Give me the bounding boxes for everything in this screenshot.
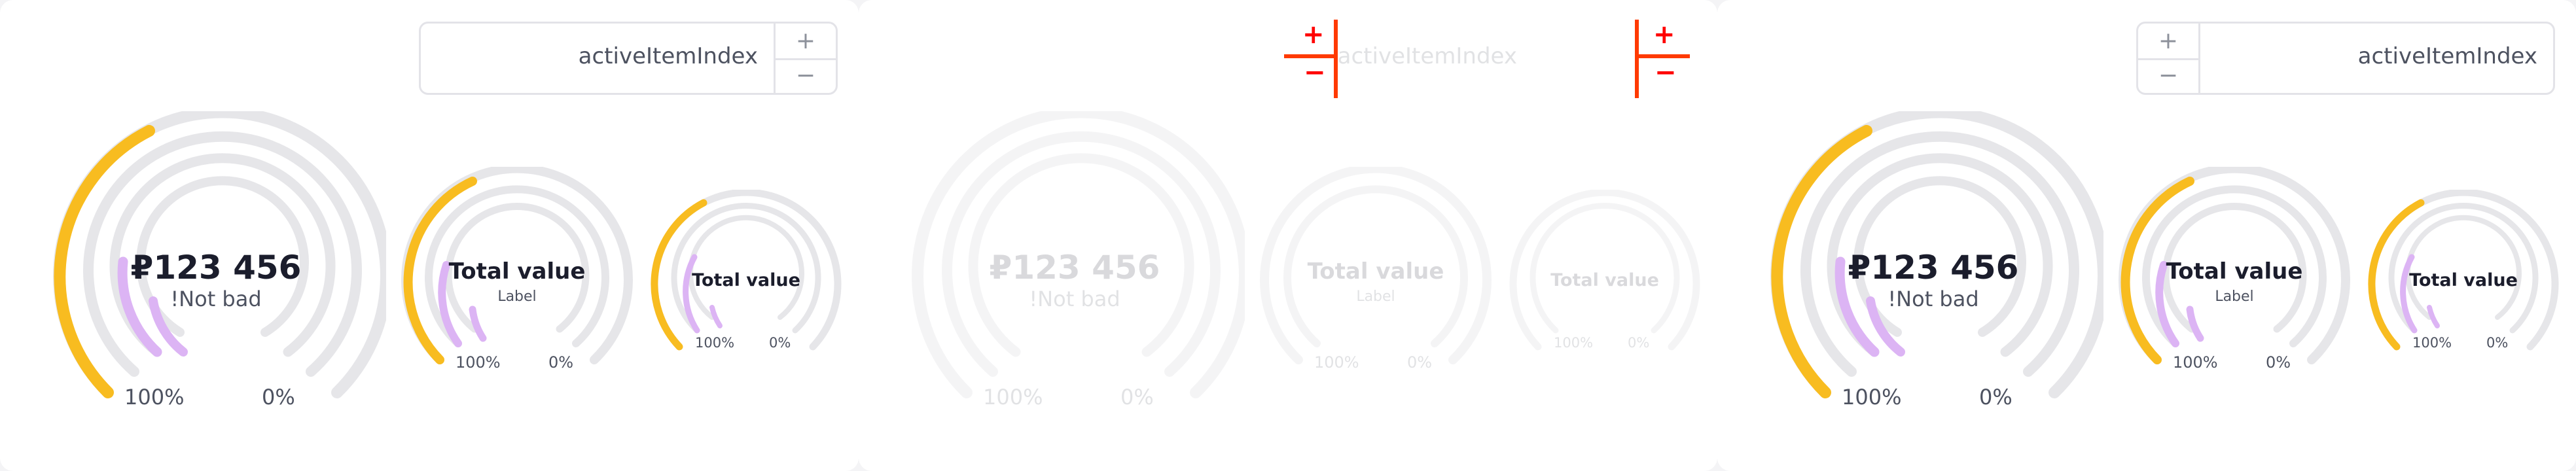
gauge-small-max-label: 0% [2486, 335, 2509, 351]
plus-icon: + [1653, 20, 1675, 50]
faded-gauge-medium-min-label: 100% [1314, 353, 1359, 372]
gauge-small: Total value 100% 0% [648, 188, 844, 360]
gauge-small: Total value 100% 0% [2365, 188, 2562, 360]
faded-stepper: activeItemIndex [1335, 22, 1597, 95]
faded-active-item-index-value: activeItemIndex [1337, 43, 1517, 69]
plus-icon: + [795, 27, 816, 54]
faded-gauge-large-max-label: 0% [1120, 385, 1154, 410]
faded-gauge-large: ₽123 456 !Not bad 100% 0% [904, 106, 1251, 419]
active-item-index-value: activeItemIndex [2357, 43, 2537, 69]
faded-gauge-medium: Total value Label 100% 0% [1258, 164, 1494, 376]
faded-gauge-small-min-label: 100% [1554, 335, 1594, 351]
active-item-index-stepper-alt: + − activeItemIndex [2136, 22, 2555, 95]
gauge-small-max-label: 0% [769, 335, 791, 351]
demo-panel-faded: activeItemIndex ₽123 456 !Not bad 100% 0… [859, 0, 1717, 471]
minus-icon: − [2158, 62, 2179, 89]
gauge-large-max-label: 0% [1979, 385, 2012, 410]
gauge-large-value: ₽123 456 [1848, 249, 2019, 287]
selection-marker-left[interactable]: + − [1278, 20, 1343, 98]
faded-active-item-index-input[interactable]: activeItemIndex [1337, 24, 1533, 93]
plus-icon: + [2158, 27, 2179, 54]
active-item-index-input[interactable]: activeItemIndex [421, 24, 774, 93]
faded-gauge-medium-max-label: 0% [1407, 353, 1433, 372]
gauge-large-max-label: 0% [262, 385, 295, 410]
minus-icon: − [1304, 58, 1326, 88]
gauge-small-min-label: 100% [2412, 335, 2452, 351]
faded-gauge-large-label: !Not bad [1029, 287, 1120, 311]
faded-gauge-large-value: ₽123 456 [989, 249, 1160, 287]
gauge-small-value: Total value [692, 270, 800, 290]
gauge-large: ₽123 456 !Not bad 100% 0% [46, 106, 392, 419]
gauge-large-min-label: 100% [1842, 385, 1902, 410]
gauge-large-value: ₽123 456 [130, 249, 302, 287]
gauge-large-label: !Not bad [170, 287, 262, 311]
gauge-medium-min-label: 100% [456, 353, 501, 372]
gauge-medium-value: Total value [448, 258, 586, 285]
gauge-medium-label: Label [497, 288, 537, 305]
gauge-large-min-label: 100% [124, 385, 185, 410]
gauge-medium-max-label: 0% [2266, 353, 2291, 372]
faded-gauge-small-value: Total value [1550, 270, 1659, 290]
demo-panel-light: activeItemIndex + − ₽123 456 !Not bad 10… [0, 0, 859, 471]
active-item-index-stepper: activeItemIndex + − [419, 22, 838, 95]
faded-gauge-large-min-label: 100% [983, 385, 1043, 410]
increment-button[interactable]: + [2138, 24, 2198, 60]
demo-panel-left-buttons: + − activeItemIndex ₽123 456 !Not bad 10… [1717, 0, 2576, 471]
gauge-medium-max-label: 0% [548, 353, 574, 372]
decrement-button[interactable]: − [2138, 58, 2198, 93]
increment-button[interactable]: + [776, 24, 836, 60]
minus-icon: − [795, 62, 816, 89]
plus-icon: + [1302, 20, 1325, 50]
faded-gauge-small-max-label: 0% [1628, 335, 1650, 351]
faded-gauge-medium-value: Total value [1307, 258, 1444, 285]
decrement-button[interactable]: − [776, 58, 836, 93]
gauge-medium-min-label: 100% [2173, 353, 2218, 372]
gauge-medium: Total value Label 100% 0% [399, 164, 635, 376]
active-item-index-value: activeItemIndex [578, 43, 758, 69]
gauge-medium-value: Total value [2166, 258, 2303, 285]
faded-gauge-small: Total value 100% 0% [1507, 188, 1703, 360]
minus-icon: − [1655, 58, 1677, 88]
gauge-small-value: Total value [2409, 270, 2518, 290]
selection-marker-right[interactable]: + − [1631, 20, 1696, 98]
gauge-small-min-label: 100% [695, 335, 735, 351]
active-item-index-input[interactable]: activeItemIndex [2200, 24, 2553, 93]
faded-gauge-medium-label: Label [1356, 288, 1395, 305]
gauge-medium: Total value Label 100% 0% [2117, 164, 2352, 376]
gauge-medium-label: Label [2215, 288, 2254, 305]
gauge-large-label: !Not bad [1887, 287, 1979, 311]
gauge-large: ₽123 456 !Not bad 100% 0% [1763, 106, 2109, 419]
